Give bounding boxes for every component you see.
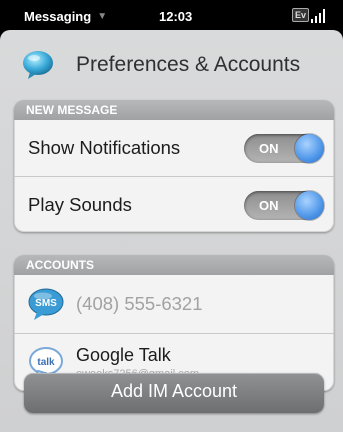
- signal-strength-icon: [311, 9, 325, 23]
- page-title: Preferences & Accounts: [76, 53, 301, 76]
- toggle-state-label: ON: [259, 198, 279, 213]
- network-badge: Ev: [292, 8, 309, 22]
- show-notifications-label: Show Notifications: [28, 137, 181, 158]
- app-menu[interactable]: Messaging ▼: [24, 9, 111, 24]
- sms-phone-number: (408) 555-6321: [76, 293, 203, 314]
- toggle-knob: [295, 191, 324, 220]
- show-notifications-row: Show Notifications ON: [14, 120, 334, 176]
- talk-icon-text: talk: [37, 357, 55, 368]
- new-message-group: NEW MESSAGE Show Notifications ON Play S…: [14, 100, 334, 232]
- toggle-knob: [295, 134, 324, 163]
- play-sounds-toggle[interactable]: ON: [244, 191, 324, 220]
- toggle-state-label: ON: [259, 141, 279, 156]
- play-sounds-label: Play Sounds: [28, 193, 132, 215]
- accounts-group: ACCOUNTS SMS (408) 555-6321 talk Google …: [14, 255, 334, 391]
- chat-bubble-icon: [23, 51, 53, 79]
- app-name: Messaging: [24, 9, 92, 24]
- chevron-down-icon: ▼: [97, 10, 108, 22]
- google-talk-name: Google Talk: [76, 345, 171, 365]
- preferences-screen: Preferences & Accounts NEW MESSAGE Show …: [0, 30, 343, 432]
- sms-account-row[interactable]: SMS (408) 555-6321: [14, 275, 334, 333]
- show-notifications-toggle[interactable]: ON: [244, 134, 324, 163]
- section-header-new-message: NEW MESSAGE: [14, 100, 334, 120]
- play-sounds-row: Play Sounds ON: [14, 176, 334, 232]
- section-header-accounts: ACCOUNTS: [14, 255, 334, 275]
- clock: 12:03: [159, 9, 193, 24]
- sms-icon-text: SMS: [35, 298, 57, 309]
- status-bar: Messaging ▼ 12:03 Ev: [0, 0, 343, 30]
- add-im-account-button[interactable]: Add IM Account: [24, 373, 324, 413]
- page-header: Preferences & Accounts: [14, 40, 334, 90]
- sms-icon: SMS: [28, 288, 64, 320]
